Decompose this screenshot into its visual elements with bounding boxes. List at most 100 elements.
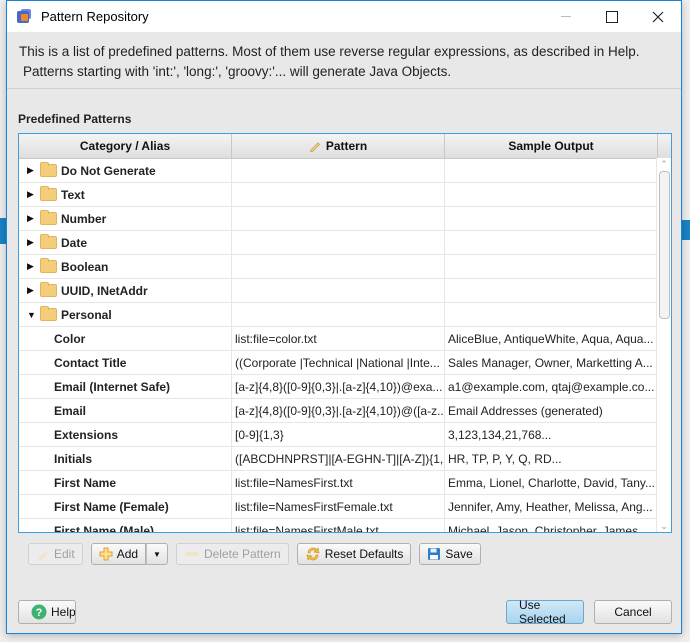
- folder-icon: [40, 162, 57, 177]
- column-label: Sample Output: [508, 139, 594, 153]
- expand-arrow-icon[interactable]: ▶: [27, 213, 37, 224]
- sample-cell: Michael, Jason, Christopher, James...: [445, 519, 658, 532]
- edit-button[interactable]: Edit: [28, 543, 83, 565]
- use-selected-button[interactable]: Use Selected: [506, 598, 584, 626]
- cancel-label: Cancel: [614, 605, 652, 619]
- folder-icon: [40, 186, 57, 201]
- add-dropdown-button[interactable]: ▼: [146, 543, 168, 565]
- use-selected-label: Use Selected: [519, 598, 566, 626]
- footer-actions: Use Selected Cancel: [506, 598, 672, 626]
- alias-cell: Color: [54, 331, 86, 346]
- app-icon: [17, 8, 33, 25]
- pattern-row[interactable]: Email (Internet Safe) [a-z]{4,8}([0-9]{0…: [19, 375, 671, 399]
- table-header: Category / Alias Pattern Sample Output: [19, 134, 671, 159]
- column-header-sample[interactable]: Sample Output: [445, 134, 658, 158]
- patterns-tree-table[interactable]: Category / Alias Pattern Sample Output ▶…: [18, 133, 672, 533]
- pattern-row[interactable]: First Name (Male) list:file=NamesFirstMa…: [19, 519, 671, 532]
- expand-arrow-icon[interactable]: ▶: [27, 189, 37, 200]
- vertical-scrollbar[interactable]: ⌃ ⌄: [656, 158, 671, 532]
- chevron-down-icon: ▼: [153, 549, 161, 559]
- help-icon: ?: [31, 604, 47, 620]
- column-header-pattern[interactable]: Pattern: [232, 134, 445, 158]
- pattern-row[interactable]: First Name list:file=NamesFirst.txt Emma…: [19, 471, 671, 495]
- delete-pattern-button[interactable]: Delete Pattern: [175, 543, 289, 565]
- folder-icon: [40, 234, 57, 249]
- folder-icon: [40, 258, 57, 273]
- help-label: Help: [51, 605, 76, 619]
- sample-cell: a1@example.com, qtaj@example.co...: [445, 375, 658, 398]
- title-bar[interactable]: Pattern Repository: [7, 1, 681, 32]
- add-button[interactable]: Add: [90, 543, 147, 565]
- expand-arrow-icon[interactable]: ▶: [27, 165, 37, 176]
- sample-cell: Email Addresses (generated): [445, 399, 658, 422]
- column-label: Category / Alias: [79, 139, 171, 153]
- column-header-category[interactable]: Category / Alias: [19, 134, 232, 158]
- expand-arrow-icon[interactable]: ▶: [27, 285, 37, 296]
- maximize-button[interactable]: [589, 1, 635, 32]
- pattern-cell: list:file=NamesFirstFemale.txt: [232, 495, 445, 518]
- expand-arrow-icon[interactable]: ▶: [27, 261, 37, 272]
- pattern-toolbar: Edit Add ▼ Delete Pattern Reset Defaults…: [28, 543, 481, 565]
- cancel-button[interactable]: Cancel: [594, 600, 672, 624]
- pattern-row[interactable]: Initials ([ABCDHNPRST]|[A-EGHN-T]|[A-Z])…: [19, 447, 671, 471]
- pattern-cell: ([ABCDHNPRST]|[A-EGHN-T]|[A-Z]){1,2}: [232, 447, 445, 470]
- pattern-row[interactable]: Color list:file=color.txt AliceBlue, Ant…: [19, 327, 671, 351]
- minimize-button[interactable]: [543, 1, 589, 32]
- add-split-button: Add ▼: [90, 543, 168, 565]
- alias-cell: Email (Internet Safe): [54, 379, 171, 394]
- close-icon: [652, 11, 664, 22]
- category-row[interactable]: ▶ Do Not Generate: [19, 159, 671, 183]
- save-button[interactable]: Save: [419, 543, 481, 565]
- reset-defaults-button[interactable]: Reset Defaults: [296, 543, 412, 565]
- alias-cell: Extensions: [54, 427, 119, 442]
- category-label: Number: [61, 211, 107, 226]
- footer-left: ? Help: [18, 600, 76, 624]
- category-label: Date: [61, 235, 88, 250]
- info-line-1: This is a list of predefined patterns. M…: [19, 44, 640, 59]
- pattern-row[interactable]: First Name (Female) list:file=NamesFirst…: [19, 495, 671, 519]
- category-label: Do Not Generate: [61, 163, 156, 178]
- category-row[interactable]: ▼ Personal: [19, 303, 671, 327]
- plus-icon: [99, 547, 113, 561]
- category-row[interactable]: ▶ Boolean: [19, 255, 671, 279]
- category-row[interactable]: ▶ Number: [19, 207, 671, 231]
- reset-label: Reset Defaults: [324, 547, 404, 561]
- window-title: Pattern Repository: [41, 9, 149, 24]
- add-label: Add: [116, 547, 139, 561]
- expand-arrow-icon[interactable]: ▶: [27, 237, 37, 248]
- alias-cell: Email: [54, 403, 87, 418]
- help-button[interactable]: ? Help: [18, 600, 76, 624]
- scroll-up-icon[interactable]: ⌃: [657, 158, 671, 170]
- category-row[interactable]: ▶ Text: [19, 183, 671, 207]
- pattern-cell: [0-9]{1,3}: [232, 423, 445, 446]
- sample-cell: HR, TP, P, Y, Q, RD...: [445, 447, 658, 470]
- pattern-row[interactable]: Extensions [0-9]{1,3} 3,123,134,21,768..…: [19, 423, 671, 447]
- column-label: Pattern: [325, 139, 368, 153]
- pencil-icon: [309, 142, 320, 152]
- maximize-icon: [606, 10, 618, 23]
- svg-text:?: ?: [36, 607, 43, 619]
- category-label: Personal: [61, 307, 112, 322]
- folder-icon: [40, 306, 57, 321]
- category-label: Text: [61, 187, 85, 202]
- delete-label: Delete Pattern: [203, 547, 281, 561]
- pattern-cell: [a-z]{4,8}([0-9]{0,3}|.[a-z]{4,10})@([a-…: [232, 399, 445, 422]
- pattern-row[interactable]: Contact Title ((Corporate |Technical |Na…: [19, 351, 671, 375]
- scrollbar-thumb[interactable]: [659, 171, 670, 319]
- save-label: Save: [445, 547, 473, 561]
- folder-icon: [40, 282, 57, 297]
- pattern-cell: list:file=NamesFirst.txt: [232, 471, 445, 494]
- pattern-row[interactable]: Email [a-z]{4,8}([0-9]{0,3}|.[a-z]{4,10}…: [19, 399, 671, 423]
- collapse-arrow-icon[interactable]: ▼: [27, 310, 37, 320]
- pencil-icon: [36, 547, 50, 561]
- category-row[interactable]: ▶ Date: [19, 231, 671, 255]
- alias-cell: First Name (Female): [54, 499, 169, 514]
- close-button[interactable]: [635, 1, 681, 32]
- pattern-cell: list:file=NamesFirstMale.txt: [232, 519, 445, 532]
- scroll-down-icon[interactable]: ⌄: [657, 520, 671, 532]
- sample-cell: 3,123,134,21,768...: [445, 423, 658, 446]
- category-row[interactable]: ▶ UUID, INetAddr: [19, 279, 671, 303]
- refresh-icon: [305, 546, 321, 562]
- sample-cell: Emma, Lionel, Charlotte, David, Tany...: [445, 471, 658, 494]
- column-header-corner: [658, 134, 671, 158]
